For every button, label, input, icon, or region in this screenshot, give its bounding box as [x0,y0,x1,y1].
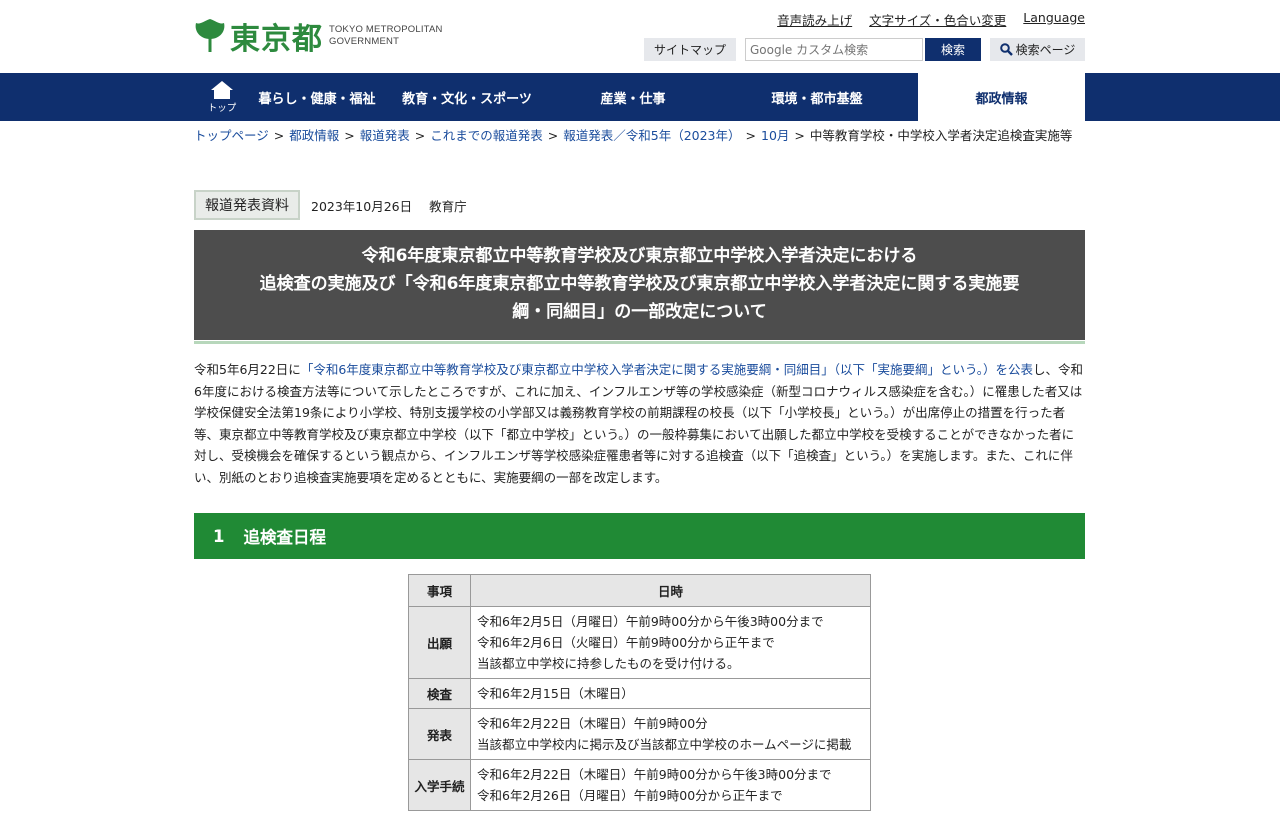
text-to-speech-link[interactable]: 音声読み上げ [777,10,852,29]
row-detail: 令和6年2月15日（木曜日） [470,678,871,709]
row-label: 入学手続 [408,759,471,811]
sitemap-button[interactable]: サイトマップ [644,38,736,61]
row-detail: 令和6年2月5日（月曜日）午前9時00分から午後3時00分まで 令和6年2月6日… [470,606,871,679]
magnifier-icon [999,43,1013,56]
column-header: 日時 [470,574,871,607]
breadcrumb-link[interactable]: 都政情報 [289,128,339,143]
table-row: 検査 令和6年2月15日（木曜日） [408,678,871,709]
press-date: 2023年10月26日 [311,198,413,214]
breadcrumb-current: 中等教育学校・中学校入学者決定追検査実施等 [809,128,1073,143]
logo-text: 東京都 [230,22,323,57]
column-header: 事項 [408,574,471,607]
breadcrumb-link[interactable]: 報道発表 [360,128,410,143]
tokyo-logo[interactable]: 東京都 TOKYO METROPOLITAN GOVERNMENT [194,14,443,58]
title-underline [194,341,1085,344]
breadcrumb-link[interactable]: 報道発表／令和5年（2023年） [563,128,740,143]
language-link[interactable]: Language [1023,10,1085,29]
search-button[interactable]: 検索 [925,38,981,61]
row-label: 発表 [408,708,471,760]
utility-links: 音声読み上げ 文字サイズ・色合い変更 Language [777,10,1085,29]
table-row: 出願 令和6年2月5日（月曜日）午前9時00分から午後3時00分まで 令和6年2… [408,606,871,679]
table-header-row: 事項 日時 [408,574,871,607]
implementation-guidelines-link[interactable]: 「令和6年度東京都立中等教育学校及び東京都立中学校入学者決定に関する実施要綱・同… [301,362,1033,377]
nav-item-government[interactable]: 都政情報 [918,73,1085,121]
row-detail: 令和6年2月22日（木曜日）午前9時00分 当該都立中学校内に掲示及び当該都立中… [470,708,871,760]
schedule-table: 事項 日時 出願 令和6年2月5日（月曜日）午前9時00分から午後3時00分まで… [408,574,871,811]
nav-item-environment[interactable]: 環境・都市基盤 [716,73,918,121]
nav-item-industry[interactable]: 産業・仕事 [550,73,716,121]
press-release-badge: 報道発表資料 [194,190,300,220]
logo-english: TOKYO METROPOLITAN GOVERNMENT [329,24,443,47]
press-info: 報道発表資料 2023年10月26日 教育庁 [194,190,467,220]
site-header: 東京都 TOKYO METROPOLITAN GOVERNMENT 音声読み上げ… [0,0,1280,73]
section-heading: 1 追検査日程 [194,513,1085,559]
table-row: 発表 令和6年2月22日（木曜日）午前9時00分 当該都立中学校内に掲示及び当該… [408,708,871,760]
table-row: 入学手続 令和6年2月22日（木曜日）午前9時00分から午後3時00分まで 令和… [408,759,871,811]
ginkgo-logo-icon [194,19,226,53]
search-bar: サイトマップ 検索 検索ページ [644,38,1085,61]
nav-item-education[interactable]: 教育・文化・スポーツ [384,73,550,121]
press-organization: 教育庁 [429,198,467,214]
row-detail: 令和6年2月22日（木曜日）午前9時00分から午後3時00分まで 令和6年2月2… [470,759,871,811]
search-input[interactable] [745,38,923,61]
breadcrumb-link[interactable]: これまでの報道発表 [430,128,543,143]
intro-paragraph: 令和5年6月22日に「令和6年度東京都立中等教育学校及び東京都立中学校入学者決定… [194,362,1084,485]
row-label: 検査 [408,678,471,709]
text-size-color-link[interactable]: 文字サイズ・色合い変更 [869,10,1006,29]
search-page-button[interactable]: 検索ページ [990,38,1085,61]
breadcrumb-link[interactable]: 10月 [761,128,789,143]
main-nav: トップ 暮らし・健康・福祉 教育・文化・スポーツ 産業・仕事 環境・都市基盤 都… [0,73,1280,121]
nav-item-life[interactable]: 暮らし・健康・福祉 [250,73,384,121]
nav-home[interactable]: トップ [194,73,250,121]
page-title: 令和6年度東京都立中等教育学校及び東京都立中学校入学者決定における 追検査の実施… [194,230,1085,340]
breadcrumb-link[interactable]: トップページ [194,128,269,143]
row-label: 出願 [408,606,471,679]
breadcrumb: トップページ > 都政情報 > 報道発表 > これまでの報道発表 > 報道発表／令和5年（202… [194,128,1073,143]
home-icon [211,80,233,99]
